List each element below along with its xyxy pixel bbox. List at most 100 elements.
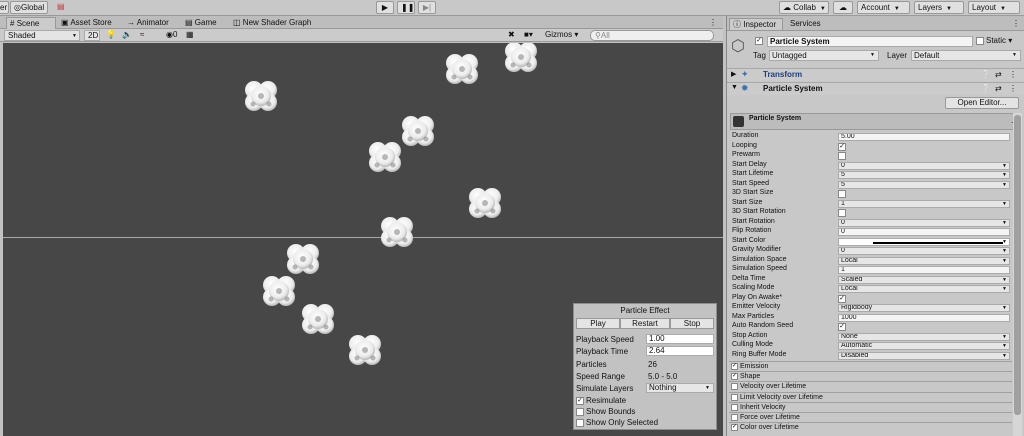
- cloud-button[interactable]: ☁: [833, 1, 853, 14]
- play-effect-button[interactable]: Play: [576, 318, 620, 329]
- tab-new-shader-graph[interactable]: ◫ New Shader Graph: [230, 17, 312, 29]
- tab-inspector[interactable]: ⓘ Inspector: [729, 18, 783, 30]
- property-dropdown[interactable]: None ▼: [838, 333, 1010, 341]
- property-checkbox[interactable]: ✓: [838, 295, 846, 303]
- module-checkbox[interactable]: [731, 393, 738, 401]
- tools-icon[interactable]: ✖: [508, 30, 515, 41]
- module-checkbox[interactable]: [731, 382, 738, 390]
- property-dropdown[interactable]: Local ▼: [838, 285, 1010, 293]
- module-section[interactable]: ✓ Emission: [729, 361, 1012, 371]
- layout-dropdown[interactable]: Layout ▼: [968, 1, 1020, 14]
- property-field[interactable]: 1000: [838, 314, 1010, 322]
- show-only-selected-checkbox[interactable]: Show Only Selected: [576, 418, 658, 427]
- property-dropdown[interactable]: 5 ▼: [838, 181, 1010, 189]
- playback-time-field[interactable]: 2.64: [646, 346, 714, 356]
- module-section[interactable]: ✓ Shape: [729, 371, 1012, 381]
- resimulate-checkbox[interactable]: ✓ Resimulate: [576, 396, 626, 405]
- particle-system-icon: ✹: [741, 83, 749, 93]
- snap-icon[interactable]: ▤: [54, 1, 68, 14]
- tab-scene[interactable]: # Scene: [6, 17, 56, 29]
- tag-dropdown[interactable]: Untagged ▼: [769, 50, 879, 61]
- particle-system-component-header[interactable]: ▼ ✹ Particle System ❔ ⇄ ⋮: [727, 82, 1024, 95]
- layer-dropdown[interactable]: Default ▼: [911, 50, 1021, 61]
- preset-icon[interactable]: ⇄: [995, 84, 1002, 93]
- help-icon[interactable]: ❔: [981, 84, 991, 93]
- inspector-menu-icon[interactable]: ⋮: [1009, 18, 1023, 30]
- tab-animator[interactable]: → Animator: [124, 17, 178, 29]
- transform-label: Transform: [763, 70, 803, 79]
- property-dropdown[interactable]: Scaled ▼: [838, 276, 1010, 284]
- step-button[interactable]: ▶|: [418, 1, 436, 14]
- property-dropdown[interactable]: 5 ▼: [838, 171, 1010, 179]
- property-label: Simulation Speed: [732, 265, 787, 272]
- tab-services[interactable]: Services: [787, 18, 831, 30]
- grid-icon[interactable]: ▦: [186, 30, 194, 41]
- property-dropdown[interactable]: Local ▼: [838, 257, 1010, 265]
- property-dropdown[interactable]: Automatic ▼: [838, 342, 1010, 350]
- restart-effect-button[interactable]: Restart: [620, 318, 670, 329]
- module-section[interactable]: ✓ Color over Lifetime: [729, 422, 1012, 432]
- audio-icon[interactable]: 🔈: [122, 30, 132, 41]
- module-section[interactable]: Inherit Velocity: [729, 402, 1012, 412]
- property-dropdown[interactable]: Rigidbody ▼: [838, 304, 1010, 312]
- shading-dropdown[interactable]: Shaded ▼: [4, 30, 80, 41]
- scrollbar-thumb[interactable]: [1014, 115, 1021, 415]
- pause-button[interactable]: ❚❚: [397, 1, 415, 14]
- dropdown-arrow-icon: ▼: [1002, 343, 1007, 349]
- module-section[interactable]: Limit Velocity over Lifetime: [729, 392, 1012, 402]
- property-checkbox[interactable]: [838, 190, 846, 198]
- property-dropdown[interactable]: 0 ▼: [838, 247, 1010, 255]
- stop-effect-button[interactable]: Stop: [670, 318, 714, 329]
- module-checkbox[interactable]: [731, 413, 738, 421]
- simulate-layers-dropdown[interactable]: Nothing ▼: [646, 383, 714, 393]
- property-field[interactable]: 1: [838, 266, 1010, 274]
- gizmos-dropdown[interactable]: Gizmos ▾: [545, 30, 578, 41]
- component-menu-icon[interactable]: ⋮: [1009, 84, 1017, 93]
- help-icon[interactable]: ❔: [981, 70, 991, 79]
- layers-dropdown[interactable]: Layers ▼: [914, 1, 964, 14]
- inspector-scrollbar[interactable]: [1013, 113, 1022, 436]
- property-field[interactable]: 5.00: [838, 133, 1010, 141]
- object-name-field[interactable]: Particle System: [767, 36, 973, 47]
- component-menu-icon[interactable]: ⋮: [1009, 70, 1017, 79]
- global-toggle[interactable]: ◎Global: [10, 1, 48, 14]
- module-checkbox[interactable]: ✓: [731, 362, 738, 370]
- light-icon[interactable]: 💡: [106, 30, 116, 41]
- scene-search-input[interactable]: ⚲All: [590, 30, 714, 41]
- effects-icon[interactable]: ≈: [140, 30, 144, 41]
- property-field[interactable]: 0: [838, 228, 1010, 236]
- property-dropdown[interactable]: 1 ▼: [838, 200, 1010, 208]
- tab-game[interactable]: ▤ Game: [182, 17, 222, 29]
- property-checkbox[interactable]: ✓: [838, 323, 846, 331]
- camera-icon[interactable]: ■▾: [524, 30, 533, 41]
- module-section[interactable]: Force over Lifetime: [729, 412, 1012, 422]
- particles-value: 26: [648, 360, 657, 369]
- module-checkbox[interactable]: ✓: [731, 423, 738, 431]
- module-section[interactable]: Velocity over Lifetime: [729, 381, 1012, 391]
- property-checkbox[interactable]: [838, 152, 846, 160]
- module-checkbox[interactable]: [731, 403, 738, 411]
- collab-dropdown[interactable]: ☁ Collab ▼: [779, 1, 829, 14]
- show-bounds-checkbox[interactable]: Show Bounds: [576, 407, 635, 416]
- module-checkbox[interactable]: ✓: [731, 372, 738, 380]
- active-checkbox[interactable]: ✓: [755, 36, 765, 45]
- property-dropdown[interactable]: 0 ▼: [838, 219, 1010, 227]
- property-checkbox[interactable]: [838, 209, 846, 217]
- property-checkbox[interactable]: ✓: [838, 143, 846, 151]
- account-dropdown[interactable]: Account ▼: [857, 1, 910, 14]
- main-module-header[interactable]: Particle System +: [730, 113, 1020, 130]
- transform-component-header[interactable]: ▶ ✦ Transform ❔ ⇄ ⋮: [727, 68, 1024, 81]
- play-button[interactable]: ▶: [376, 1, 394, 14]
- open-editor-button[interactable]: Open Editor...: [945, 97, 1019, 109]
- start-color-field[interactable]: ▼: [838, 238, 1010, 246]
- hidden-objects-toggle[interactable]: ◉0: [166, 30, 177, 41]
- pivot-toggle[interactable]: er: [0, 1, 9, 14]
- static-toggle[interactable]: Static ▾: [976, 36, 1012, 45]
- property-dropdown[interactable]: 0 ▼: [838, 162, 1010, 170]
- playback-speed-field[interactable]: 1.00: [646, 334, 714, 344]
- mode-2d-toggle[interactable]: 2D: [84, 30, 100, 41]
- preset-icon[interactable]: ⇄: [995, 70, 1002, 79]
- property-dropdown[interactable]: Disabled ▼: [838, 352, 1010, 360]
- tab-asset-store[interactable]: ▣ Asset Store: [58, 17, 116, 29]
- tab-menu-icon[interactable]: ⋮: [706, 17, 722, 29]
